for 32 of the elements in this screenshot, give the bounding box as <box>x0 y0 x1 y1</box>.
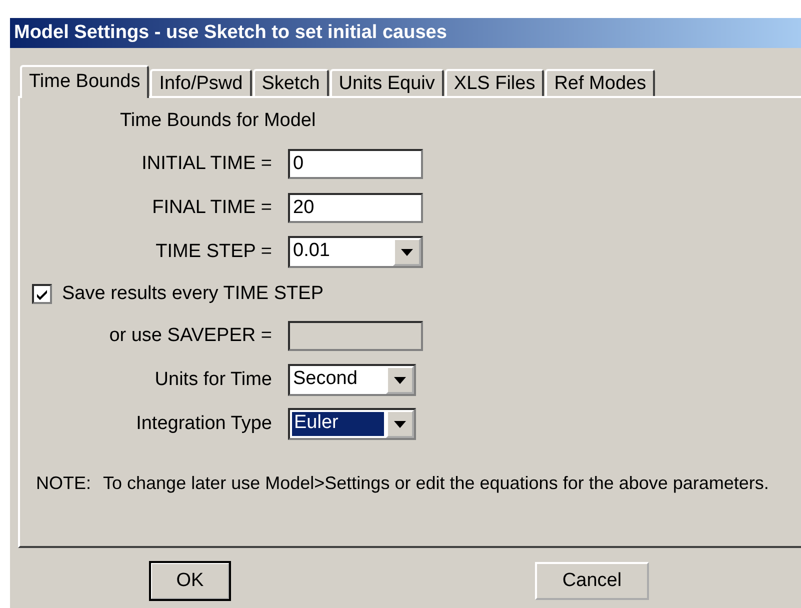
note-text: To change later use Model>Settings or edit the equations for the above parameters. <box>103 472 769 495</box>
dropdown-value: Second <box>292 367 358 391</box>
note-label: NOTE: <box>36 472 92 495</box>
caret-icon <box>401 248 413 256</box>
checkbox[interactable] <box>32 284 52 304</box>
tab[interactable]: Sketch <box>252 69 329 96</box>
section-heading: Time Bounds for Model <box>120 110 317 132</box>
dropdown-value: Euler <box>292 412 384 436</box>
checkbox-label: Save results every TIME STEP <box>62 283 324 305</box>
field-label: TIME STEP = <box>154 241 272 263</box>
dropdown-value: 0.01 <box>292 239 331 263</box>
field-label: Units for Time <box>154 369 272 391</box>
dropdown[interactable]: 0.01 <box>288 236 423 268</box>
dropdown[interactable]: Euler <box>288 408 416 440</box>
input-field[interactable]: 20 <box>288 193 423 223</box>
tab[interactable]: XLS Files <box>444 69 544 96</box>
field-label: FINAL TIME = <box>151 197 272 219</box>
tab[interactable]: Info/Pswd <box>150 69 252 96</box>
caret-icon <box>394 420 406 428</box>
window-title: Model Settings - use Sketch to set initial causes <box>10 18 801 48</box>
dropdown[interactable]: Second <box>288 364 416 396</box>
tab[interactable]: Ref Modes <box>545 69 656 96</box>
check-icon <box>36 288 48 300</box>
caret-icon <box>394 376 406 384</box>
field-label: INITIAL TIME = <box>140 153 272 175</box>
tab[interactable]: Time Bounds <box>20 65 150 98</box>
dialog-button[interactable]: OK <box>150 562 230 600</box>
field-label: or use SAVEPER = <box>108 325 272 347</box>
field-label: Integration Type <box>135 413 272 435</box>
tab[interactable]: Units Equiv <box>330 69 444 96</box>
dialog-button[interactable]: Cancel <box>535 562 649 600</box>
input-field[interactable]: 0 <box>288 149 423 179</box>
